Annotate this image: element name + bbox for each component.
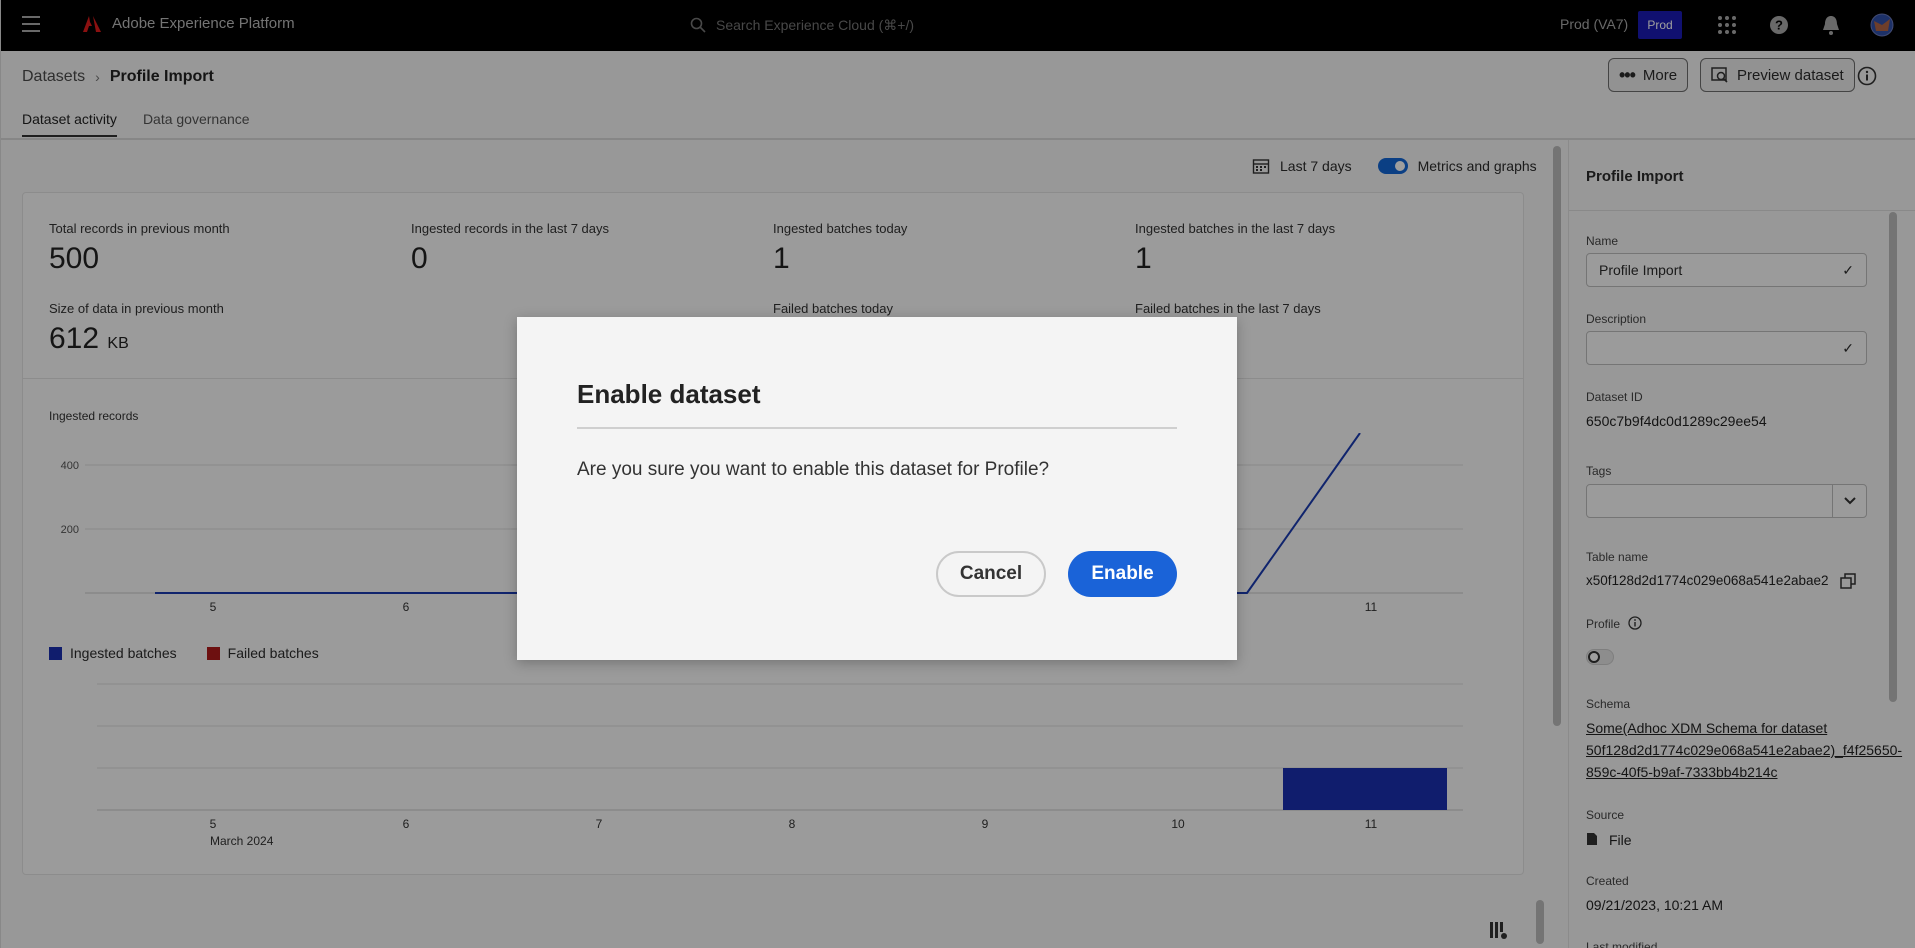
enable-button[interactable]: Enable — [1068, 551, 1177, 597]
dialog-divider — [577, 427, 1177, 429]
enable-dataset-dialog: Enable dataset Are you sure you want to … — [517, 317, 1237, 660]
dialog-title: Enable dataset — [577, 379, 761, 409]
dialog-message: Are you sure you want to enable this dat… — [577, 459, 1050, 480]
cancel-button[interactable]: Cancel — [936, 551, 1046, 597]
